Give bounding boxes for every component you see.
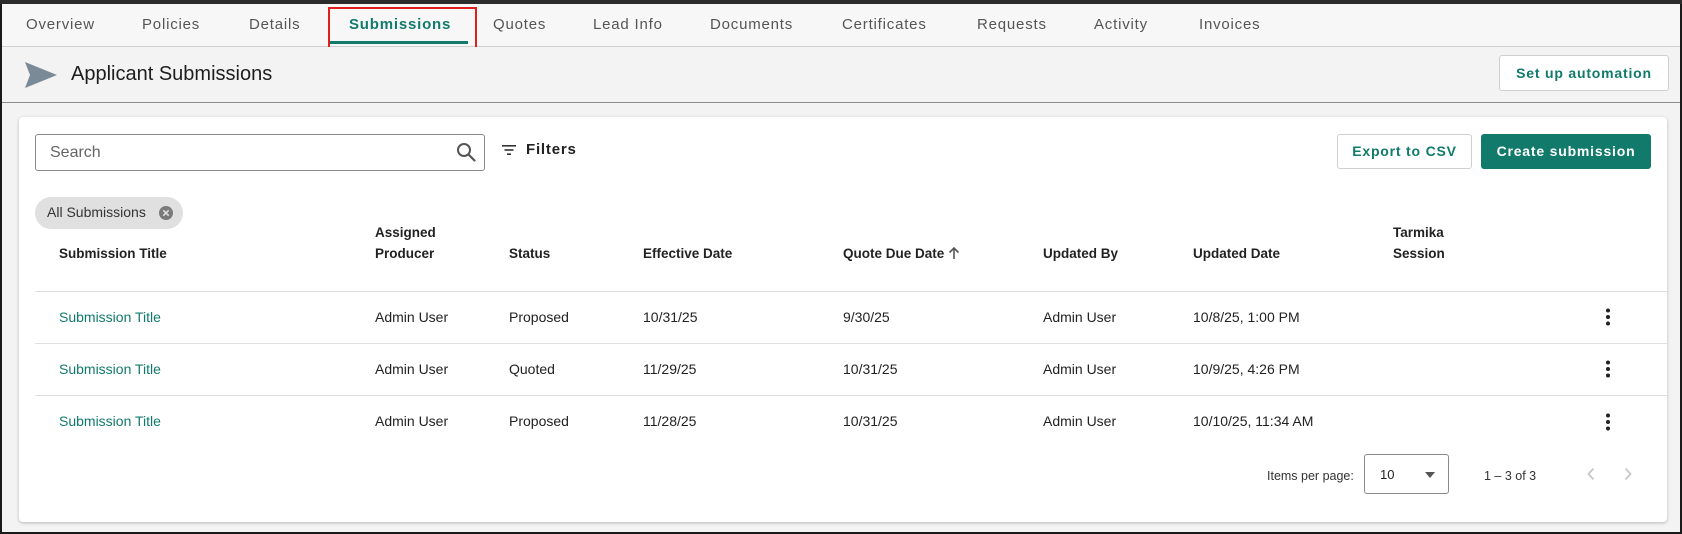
tab-overview[interactable]: Overview — [26, 4, 95, 47]
items-per-page-value: 10 — [1380, 467, 1395, 482]
column-header-session-line2: Session — [1393, 246, 1445, 261]
cell-status: Quoted — [509, 361, 555, 377]
page-header: Applicant Submissions Set up automation — [2, 47, 1680, 103]
pagination-range: 1 – 3 of 3 — [1484, 469, 1537, 483]
tab-quotes[interactable]: Quotes — [493, 4, 546, 47]
next-page-icon[interactable] — [1623, 467, 1633, 481]
search-icon[interactable] — [456, 142, 476, 162]
column-header-title[interactable]: Submission Title — [59, 243, 167, 264]
page-title: Applicant Submissions — [71, 63, 273, 85]
row-divider — [35, 343, 1667, 344]
tab-policies[interactable]: Policies — [142, 4, 200, 47]
submission-title-link[interactable]: Submission Title — [59, 413, 161, 429]
set-up-automation-button[interactable]: Set up automation — [1499, 55, 1669, 91]
search-input[interactable] — [50, 135, 430, 170]
cell-quote-due-date: 10/31/25 — [843, 361, 898, 377]
row-menu-icon[interactable] — [1604, 308, 1612, 326]
cell-updated-date: 10/10/25, 11:34 AM — [1193, 413, 1314, 429]
filter-icon — [502, 145, 516, 155]
column-header-session-line1: Tarmika — [1393, 225, 1444, 240]
cell-updated-by: Admin User — [1043, 413, 1117, 429]
row-menu-icon[interactable] — [1604, 413, 1612, 431]
column-header-producer-line2: Producer — [375, 246, 435, 261]
tab-details[interactable]: Details — [249, 4, 300, 47]
create-submission-button[interactable]: Create submission — [1481, 134, 1651, 169]
tab-lead-info[interactable]: Lead Info — [593, 4, 663, 47]
cell-effective-date: 10/31/25 — [643, 309, 698, 325]
column-header-quote-due-date[interactable]: Quote Due Date — [843, 243, 960, 264]
submissions-card: Filters Export to CSV Create submission … — [19, 117, 1667, 522]
column-header-quote-due-label: Quote Due Date — [843, 246, 945, 261]
filters-label: Filters — [526, 141, 577, 158]
filter-chip-label: All Submissions — [47, 204, 146, 220]
cell-updated-by: Admin User — [1043, 361, 1117, 377]
tab-bar: Overview Policies Details Submissions Qu… — [2, 4, 1680, 47]
cell-status: Proposed — [509, 309, 569, 325]
cell-producer: Admin User — [375, 413, 449, 429]
column-header-effective-date[interactable]: Effective Date — [643, 243, 732, 264]
cell-updated-date: 10/9/25, 4:26 PM — [1193, 361, 1300, 377]
tab-activity[interactable]: Activity — [1094, 4, 1148, 47]
cell-quote-due-date: 10/31/25 — [843, 413, 898, 429]
cell-quote-due-date: 9/30/25 — [843, 309, 890, 325]
send-icon — [25, 62, 57, 88]
cell-status: Proposed — [509, 413, 569, 429]
cell-updated-date: 10/8/25, 1:00 PM — [1193, 309, 1300, 325]
filter-chip[interactable]: All Submissions — [35, 197, 183, 229]
column-header-producer-line1: Assigned — [375, 225, 436, 240]
search-field — [35, 134, 485, 171]
header-divider — [35, 291, 1667, 292]
dropdown-caret-icon — [1425, 472, 1435, 478]
previous-page-icon[interactable] — [1586, 467, 1596, 481]
cell-producer: Admin User — [375, 361, 449, 377]
cell-effective-date: 11/29/25 — [643, 361, 697, 377]
submission-title-link[interactable]: Submission Title — [59, 309, 161, 325]
cell-effective-date: 11/28/25 — [643, 413, 697, 429]
column-header-updated-date[interactable]: Updated Date — [1193, 243, 1280, 264]
submission-title-link[interactable]: Submission Title — [59, 361, 161, 377]
cell-producer: Admin User — [375, 309, 449, 325]
column-header-updated-by[interactable]: Updated By — [1043, 243, 1118, 264]
export-csv-button[interactable]: Export to CSV — [1337, 134, 1472, 169]
cell-updated-by: Admin User — [1043, 309, 1117, 325]
tab-invoices[interactable]: Invoices — [1199, 4, 1260, 47]
tab-documents[interactable]: Documents — [710, 4, 793, 47]
sort-ascending-icon — [949, 246, 960, 259]
chip-close-icon[interactable] — [159, 206, 173, 220]
row-menu-icon[interactable] — [1604, 360, 1612, 378]
tab-certificates[interactable]: Certificates — [842, 4, 927, 47]
tab-requests[interactable]: Requests — [977, 4, 1047, 47]
column-header-status[interactable]: Status — [509, 243, 550, 264]
column-header-tarmika-session[interactable]: Tarmika Session — [1393, 222, 1445, 264]
active-tab-indicator — [328, 41, 468, 44]
items-per-page-label: Items per page: — [1267, 469, 1354, 483]
items-per-page-select[interactable]: 10 — [1364, 454, 1449, 494]
column-header-producer[interactable]: Assigned Producer — [375, 222, 436, 264]
row-divider — [35, 395, 1667, 396]
